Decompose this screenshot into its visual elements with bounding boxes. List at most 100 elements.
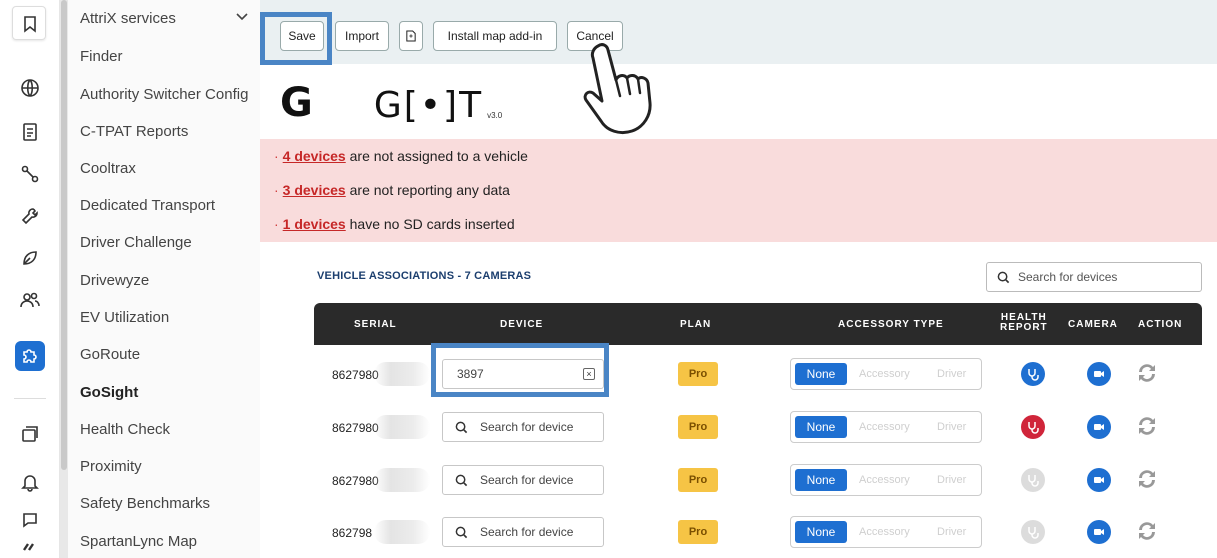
globe-icon <box>21 79 39 97</box>
rail-brand-button[interactable] <box>10 530 50 558</box>
bookmark-button[interactable] <box>12 6 46 40</box>
device-input-placeholder: Search for device <box>480 420 574 434</box>
wrench-icon <box>21 208 38 225</box>
accessory-driver-option[interactable]: Driver <box>937 368 966 380</box>
device-icon <box>22 426 38 442</box>
menu-item-drivewyze[interactable]: Drivewyze <box>80 272 149 289</box>
accessory-driver-option[interactable]: Driver <box>937 526 966 538</box>
sync-icon[interactable] <box>1134 466 1160 492</box>
stethoscope-icon <box>1028 422 1039 434</box>
stethoscope-icon <box>1028 527 1039 539</box>
video-camera-icon <box>1094 371 1104 377</box>
search-icon <box>997 271 1010 283</box>
menu-item-gosight[interactable]: GoSight <box>80 384 138 401</box>
rail-separator <box>14 398 46 399</box>
rail-rules-button[interactable] <box>10 158 50 190</box>
rail-people-button[interactable] <box>10 284 50 316</box>
rail-sustainability-button[interactable] <box>10 242 50 274</box>
accessory-type-toggle: None Accessory Driver <box>790 464 982 496</box>
accessory-driver-option[interactable]: Driver <box>937 421 966 433</box>
alert-unassigned-text: are not assigned to a vehicle <box>345 148 528 164</box>
camera-button[interactable] <box>1087 415 1111 439</box>
camera-button[interactable] <box>1087 362 1111 386</box>
alert-not-reporting-link[interactable]: 3 devices <box>283 182 346 198</box>
accessory-accessory-option[interactable]: Accessory <box>859 526 910 538</box>
accessory-none-option[interactable]: None <box>795 469 847 491</box>
device-input-highlight-box <box>431 343 609 397</box>
health-report-button[interactable] <box>1021 520 1045 544</box>
accessory-type-toggle: None Accessory Driver <box>790 516 982 548</box>
export-file-button[interactable] <box>399 21 423 51</box>
menu-item-ctpat[interactable]: C-TPAT Reports <box>80 123 188 140</box>
rail-maintenance-button[interactable] <box>10 200 50 232</box>
device-input[interactable]: Search for device <box>442 465 604 495</box>
menu-item-cooltrax[interactable]: Cooltrax <box>80 160 136 177</box>
accessory-driver-option[interactable]: Driver <box>937 474 966 486</box>
accessory-accessory-option[interactable]: Accessory <box>859 421 910 433</box>
alert-unassigned-link[interactable]: 4 devices <box>283 148 346 164</box>
health-report-button[interactable] <box>1021 415 1045 439</box>
accessory-none-option[interactable]: None <box>795 416 847 438</box>
serial-value: 8627980 <box>332 474 379 488</box>
accessory-accessory-option[interactable]: Accessory <box>859 474 910 486</box>
toolbar: Save Import Install map add-in Cancel <box>260 0 1217 64</box>
menu-item-safety-benchmarks[interactable]: Safety Benchmarks <box>80 495 210 512</box>
device-input[interactable]: Search for device <box>442 517 604 547</box>
rail-map-button[interactable] <box>10 72 50 104</box>
rail-addins-button[interactable] <box>15 341 45 371</box>
table-row: 8627980 Search for device Pro None Acces… <box>314 456 1202 506</box>
menu-item-ev-utilization[interactable]: EV Utilization <box>80 309 169 326</box>
alert-no-sd-link[interactable]: 1 devices <box>283 216 346 232</box>
device-input-placeholder: Search for device <box>480 525 574 539</box>
plan-badge: Pro <box>678 468 718 492</box>
menu-item-dedicated-transport[interactable]: Dedicated Transport <box>80 197 215 214</box>
device-input-placeholder: Search for device <box>480 473 574 487</box>
brand-icon <box>23 543 34 551</box>
search-devices-input[interactable]: Search for devices <box>986 262 1202 292</box>
file-export-icon <box>406 30 416 42</box>
menu-item-authority-switcher[interactable]: Authority Switcher Config <box>80 86 248 103</box>
menu-item-health-check[interactable]: Health Check <box>80 421 170 438</box>
chevron-down-icon[interactable] <box>236 10 248 22</box>
section-title: VEHICLE ASSOCIATIONS - 7 CAMERAS <box>317 270 532 282</box>
camera-button[interactable] <box>1087 520 1111 544</box>
main-content: Save Import Install map add-in Cancel G … <box>260 0 1217 558</box>
app-root: AttriX services Finder Authority Switche… <box>0 0 1217 558</box>
menu-item-spartanlync[interactable]: SpartanLync Map <box>80 533 197 550</box>
rail-reports-button[interactable] <box>10 116 50 148</box>
menu-item-attrix[interactable]: AttriX services <box>80 10 176 27</box>
accessory-none-option[interactable]: None <box>795 521 847 543</box>
import-button[interactable]: Import <box>335 21 389 51</box>
accessory-accessory-option[interactable]: Accessory <box>859 368 910 380</box>
health-report-button[interactable] <box>1021 362 1045 386</box>
people-icon <box>20 292 40 308</box>
save-highlight-box <box>260 12 332 65</box>
redacted-serial <box>374 468 430 492</box>
rail-devices-button[interactable] <box>10 418 50 450</box>
health-report-button[interactable] <box>1021 468 1045 492</box>
menu-item-proximity[interactable]: Proximity <box>80 458 142 475</box>
sync-icon[interactable] <box>1134 360 1160 386</box>
menu-item-finder[interactable]: Finder <box>80 48 123 65</box>
accessory-none-option[interactable]: None <box>795 363 847 385</box>
device-input[interactable]: Search for device <box>442 412 604 442</box>
menu-scrollbar[interactable] <box>61 0 67 470</box>
menu-item-driver-challenge[interactable]: Driver Challenge <box>80 234 192 251</box>
serial-value: 8627980 <box>332 421 379 435</box>
camera-button[interactable] <box>1087 468 1111 492</box>
alerts-panel: · 4 devices are not assigned to a vehicle… <box>260 139 1217 242</box>
menu-item-goroute[interactable]: GoRoute <box>80 346 140 363</box>
sync-icon[interactable] <box>1134 518 1160 544</box>
install-map-addin-button[interactable]: Install map add-in <box>433 21 557 51</box>
addins-menu: AttriX services Finder Authority Switche… <box>60 0 260 558</box>
rail-notifications-button[interactable] <box>10 466 50 498</box>
header-camera: CAMERA <box>1068 319 1118 330</box>
puzzle-icon <box>23 349 37 363</box>
alert-no-sd-text: have no SD cards inserted <box>345 216 515 232</box>
alert-not-reporting-text: are not reporting any data <box>345 182 510 198</box>
header-accessory: ACCESSORY TYPE <box>838 319 944 330</box>
plan-badge: Pro <box>678 362 718 386</box>
sync-icon[interactable] <box>1134 413 1160 439</box>
stethoscope-icon <box>1028 369 1039 381</box>
report-icon <box>23 123 37 141</box>
